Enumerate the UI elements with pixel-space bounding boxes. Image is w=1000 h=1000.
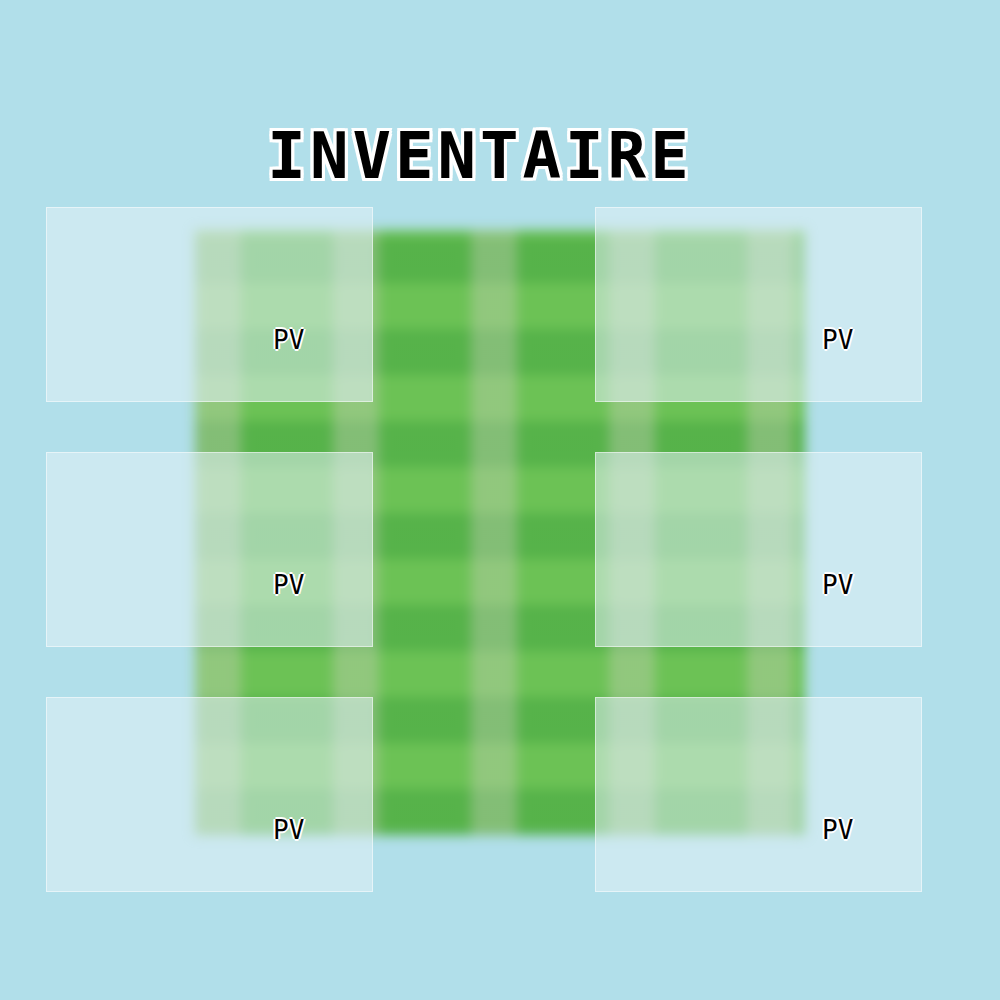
- slot-hp-label: PV: [822, 324, 853, 356]
- inventory-slots: PV PV PV PV PV PV: [46, 207, 1000, 892]
- inventory-slot[interactable]: PV: [46, 452, 373, 647]
- slot-hp-label: PV: [273, 569, 304, 601]
- inventory-slot[interactable]: PV: [46, 697, 373, 892]
- slot-hp-label: PV: [273, 324, 304, 356]
- inventory-slot[interactable]: PV: [595, 207, 922, 402]
- slot-hp-label: PV: [822, 814, 853, 846]
- inventory-title: INVENTAIRE: [0, 0, 1000, 194]
- inventory-slot[interactable]: PV: [595, 697, 922, 892]
- inventory-slot[interactable]: PV: [595, 452, 922, 647]
- inventory-slot[interactable]: PV: [46, 207, 373, 402]
- inventory-screen: INVENTAIRE PV PV PV PV PV PV: [0, 0, 1000, 1000]
- slot-hp-label: PV: [822, 569, 853, 601]
- slot-hp-label: PV: [273, 814, 304, 846]
